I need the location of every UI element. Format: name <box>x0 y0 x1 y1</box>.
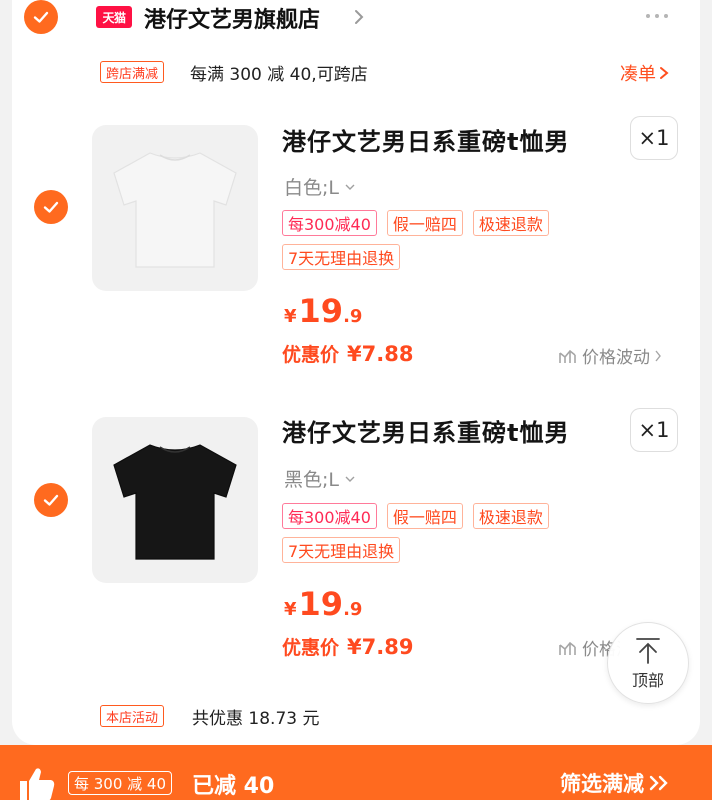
back-to-top-label: 顶部 <box>631 671 664 690</box>
check-icon <box>43 494 59 506</box>
chart-icon <box>559 349 576 363</box>
discount-amount: ¥7.88 <box>347 342 414 366</box>
currency-symbol: ¥ <box>284 306 297 327</box>
store-activity-tag: 本店活动 <box>100 705 165 727</box>
sku-label: 黑色;L <box>284 469 339 491</box>
product-title[interactable]: 港仔文艺男日系重磅t恤男 <box>282 122 569 157</box>
promo-tag: 每300减40 <box>282 503 377 529</box>
return-policy-tag: 7天无理由退换 <box>282 537 401 563</box>
product-title[interactable]: 港仔文艺男日系重磅t恤男 <box>282 413 569 448</box>
price-integer: 19 <box>298 585 344 623</box>
bar-promo-tag: 每 300 减 40 <box>68 771 173 795</box>
guarantee-tag: 假一赔四 <box>386 210 463 236</box>
product-price: ¥ 19 .9 <box>284 585 362 623</box>
double-chevron-right-icon <box>649 775 668 791</box>
chevron-right-icon[interactable] <box>352 8 366 26</box>
price-decimal: .9 <box>343 306 363 327</box>
discount-price: 优惠价 ¥7.88 <box>282 340 413 367</box>
fast-refund-tag: 极速退款 <box>472 503 549 529</box>
arrow-up-icon <box>636 638 660 664</box>
quantity-button[interactable]: ×1 <box>630 116 678 160</box>
back-to-top-button[interactable]: 顶部 <box>607 622 689 704</box>
item-select-checkbox[interactable] <box>34 190 68 224</box>
item-select-checkbox[interactable] <box>34 483 68 517</box>
fast-refund-tag: 极速退款 <box>472 210 549 236</box>
add-items-link[interactable]: 凑单 <box>620 60 670 86</box>
sku-selector[interactable]: 黑色;L <box>284 465 355 492</box>
discount-amount: ¥7.89 <box>347 635 414 659</box>
chevron-right-icon <box>660 67 669 79</box>
discount-label: 优惠价 <box>282 344 340 366</box>
promo-tag: 每300减40 <box>282 210 377 236</box>
filter-discount-label: 筛选满减 <box>560 772 644 796</box>
quantity-button[interactable]: ×1 <box>630 408 678 452</box>
return-policy-tag: 7天无理由退换 <box>282 244 401 270</box>
price-decimal: .9 <box>343 599 363 620</box>
currency-symbol: ¥ <box>284 599 297 620</box>
price-trend-link[interactable]: 价格波动 <box>558 343 662 368</box>
tshirt-icon <box>113 444 237 560</box>
product-image[interactable] <box>92 417 258 583</box>
tmall-badge: 天猫 <box>96 6 132 28</box>
price-integer: 19 <box>298 292 344 330</box>
sku-selector[interactable]: 白色;L <box>284 173 355 200</box>
store-name[interactable]: 港仔文艺男旗舰店 <box>144 2 320 34</box>
promo-text: 每满 300 减 40,可跨店 <box>190 65 368 85</box>
cross-store-promo-tag: 跨店满减 <box>100 61 165 83</box>
product-image[interactable] <box>92 125 258 291</box>
bottom-promo-bar[interactable]: 每 300 减 40 已减 40 筛选满减 <box>0 745 712 800</box>
store-select-checkbox[interactable] <box>24 0 58 34</box>
filter-discount-button[interactable]: 筛选满减 <box>560 768 670 798</box>
price-trend-label: 价格波动 <box>582 348 650 368</box>
check-icon <box>33 11 49 23</box>
chart-icon <box>559 641 576 655</box>
sku-label: 白色;L <box>284 177 339 199</box>
store-activity-text: 共优惠 18.73 元 <box>192 709 320 729</box>
thumbs-up-icon <box>20 768 55 800</box>
chevron-right-icon <box>655 350 661 361</box>
product-tags: 每300减40 假一赔四 极速退款 7天无理由退换 <box>282 503 612 563</box>
check-icon <box>43 201 59 213</box>
discount-price: 优惠价 ¥7.89 <box>282 633 413 660</box>
tshirt-icon <box>113 152 237 268</box>
product-price: ¥ 19 .9 <box>284 292 362 330</box>
chevron-down-icon <box>345 184 355 190</box>
product-tags: 每300减40 假一赔四 极速退款 7天无理由退换 <box>282 210 612 270</box>
add-items-label: 凑单 <box>620 64 656 85</box>
reduced-amount: 已减 40 <box>192 774 275 799</box>
chevron-down-icon <box>345 476 355 482</box>
guarantee-tag: 假一赔四 <box>386 503 463 529</box>
discount-label: 优惠价 <box>282 637 340 659</box>
more-icon[interactable] <box>646 14 668 18</box>
